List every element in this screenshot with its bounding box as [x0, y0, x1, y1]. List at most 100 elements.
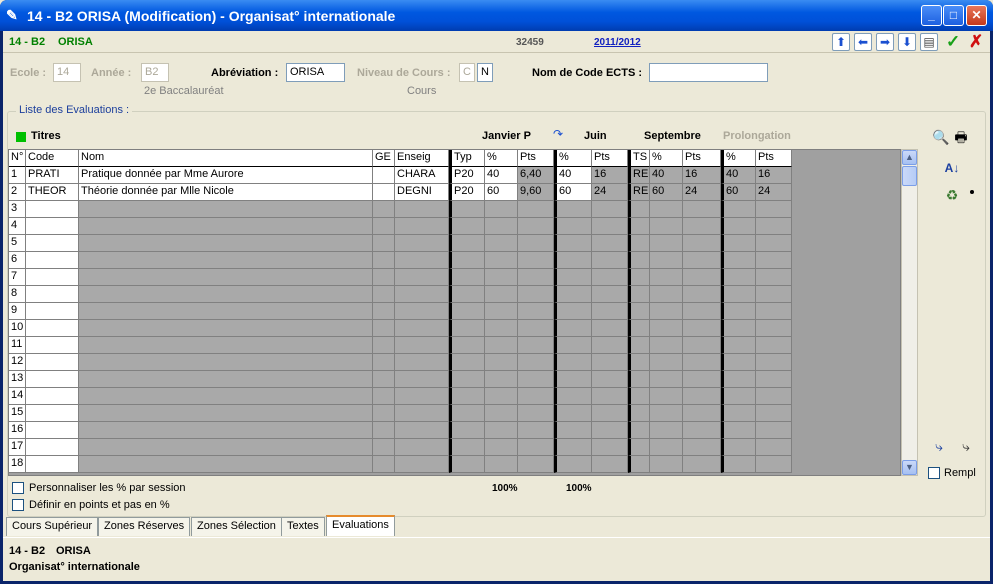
empty-cell[interactable] — [449, 422, 485, 439]
empty-cell[interactable] — [554, 439, 592, 456]
empty-cell[interactable] — [79, 354, 373, 371]
cell-janvier-pct[interactable]: 60 — [485, 184, 518, 201]
empty-cell[interactable] — [79, 286, 373, 303]
previous-record-icon[interactable]: ⬅ — [854, 33, 872, 51]
empty-cell[interactable] — [26, 354, 79, 371]
close-window-button[interactable]: ✕ — [966, 5, 987, 26]
empty-cell[interactable] — [79, 388, 373, 405]
cell-janvier-pct[interactable]: 40 — [485, 167, 518, 184]
empty-cell[interactable] — [373, 439, 395, 456]
tab-textes[interactable]: Textes — [281, 517, 325, 536]
empty-cell[interactable] — [485, 235, 518, 252]
tab-zones-selection[interactable]: Zones Sélection — [191, 517, 282, 536]
empty-cell[interactable] — [628, 320, 650, 337]
empty-cell[interactable] — [554, 405, 592, 422]
empty-cell[interactable] — [756, 371, 792, 388]
empty-cell[interactable] — [485, 218, 518, 235]
col-header[interactable]: GE — [373, 150, 395, 167]
empty-cell[interactable] — [449, 388, 485, 405]
empty-cell[interactable] — [721, 252, 756, 269]
maximize-button[interactable]: □ — [943, 5, 964, 26]
empty-cell[interactable] — [592, 354, 628, 371]
empty-cell[interactable] — [449, 235, 485, 252]
empty-cell[interactable] — [721, 371, 756, 388]
empty-cell[interactable] — [395, 388, 449, 405]
empty-cell[interactable] — [395, 422, 449, 439]
col-header[interactable]: % — [721, 150, 756, 167]
empty-cell[interactable] — [592, 405, 628, 422]
cell-typ[interactable]: P20 — [449, 184, 485, 201]
empty-cell[interactable] — [592, 252, 628, 269]
empty-cell[interactable] — [373, 320, 395, 337]
empty-cell[interactable] — [79, 371, 373, 388]
empty-cell[interactable] — [628, 286, 650, 303]
empty-cell[interactable] — [683, 456, 721, 473]
empty-cell[interactable] — [650, 303, 683, 320]
empty-cell[interactable] — [721, 218, 756, 235]
empty-cell[interactable] — [756, 439, 792, 456]
empty-cell[interactable] — [721, 320, 756, 337]
empty-cell[interactable] — [395, 201, 449, 218]
rempl-checkbox[interactable] — [928, 467, 940, 479]
empty-cell[interactable] — [628, 235, 650, 252]
empty-cell[interactable] — [683, 439, 721, 456]
col-header[interactable]: Enseig — [395, 150, 449, 167]
niveau-field-2[interactable]: N — [477, 63, 493, 82]
empty-cell[interactable] — [756, 269, 792, 286]
empty-cell[interactable] — [26, 337, 79, 354]
scroll-up-icon[interactable]: ▲ — [902, 150, 917, 165]
copy-session-icon[interactable]: ↷ — [553, 127, 563, 141]
empty-cell[interactable] — [26, 303, 79, 320]
empty-cell[interactable] — [395, 218, 449, 235]
print-preview-icon[interactable]: 🔍 — [932, 128, 950, 146]
empty-cell[interactable] — [756, 337, 792, 354]
cell-nom[interactable]: Théorie donnée par Mlle Nicole — [79, 184, 373, 201]
empty-cell[interactable] — [485, 371, 518, 388]
empty-cell[interactable] — [395, 269, 449, 286]
empty-cell[interactable] — [518, 235, 554, 252]
empty-cell[interactable] — [650, 218, 683, 235]
empty-cell[interactable] — [554, 337, 592, 354]
empty-cell[interactable] — [518, 218, 554, 235]
empty-cell[interactable] — [485, 422, 518, 439]
empty-cell[interactable] — [721, 235, 756, 252]
empty-cell[interactable] — [449, 201, 485, 218]
empty-cell[interactable] — [449, 337, 485, 354]
empty-cell[interactable] — [650, 456, 683, 473]
empty-cell[interactable] — [395, 439, 449, 456]
first-record-icon[interactable]: ⬆ — [832, 33, 850, 51]
empty-cell[interactable] — [554, 269, 592, 286]
validate-icon[interactable]: ✓ — [946, 32, 960, 52]
empty-cell[interactable] — [373, 235, 395, 252]
empty-cell[interactable] — [518, 303, 554, 320]
empty-cell[interactable] — [485, 320, 518, 337]
empty-cell[interactable] — [650, 388, 683, 405]
empty-cell[interactable] — [518, 252, 554, 269]
empty-cell[interactable] — [79, 303, 373, 320]
grid-scrollbar[interactable]: ▲ ▼ — [901, 149, 918, 476]
empty-cell[interactable] — [26, 235, 79, 252]
empty-cell[interactable] — [628, 422, 650, 439]
empty-cell[interactable] — [373, 388, 395, 405]
col-header[interactable]: Pts — [756, 150, 792, 167]
empty-cell[interactable] — [373, 269, 395, 286]
next-record-icon[interactable]: ➡ — [876, 33, 894, 51]
empty-cell[interactable] — [756, 235, 792, 252]
empty-cell[interactable] — [592, 439, 628, 456]
empty-cell[interactable] — [683, 303, 721, 320]
empty-cell[interactable] — [449, 405, 485, 422]
cell-typ[interactable]: P20 — [449, 167, 485, 184]
tab-zones-reserves[interactable]: Zones Réserves — [98, 517, 191, 536]
empty-cell[interactable] — [628, 269, 650, 286]
empty-cell[interactable] — [79, 456, 373, 473]
empty-cell[interactable] — [26, 320, 79, 337]
empty-cell[interactable] — [628, 252, 650, 269]
empty-cell[interactable] — [26, 405, 79, 422]
academic-year-link[interactable]: 2011/2012 — [594, 37, 641, 48]
empty-cell[interactable] — [518, 337, 554, 354]
tab-cours-superieur[interactable]: Cours Supérieur — [6, 517, 99, 536]
empty-cell[interactable] — [395, 286, 449, 303]
empty-cell[interactable] — [554, 456, 592, 473]
cell-ge[interactable] — [373, 184, 395, 201]
empty-cell[interactable] — [592, 371, 628, 388]
